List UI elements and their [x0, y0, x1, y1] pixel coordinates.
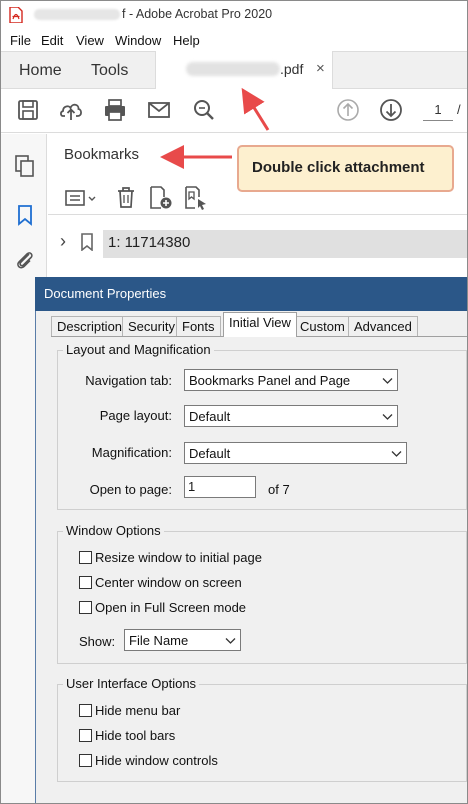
show-value: File Name [129, 633, 189, 648]
show-label: Show: [79, 634, 116, 649]
resize-window-label[interactable]: Resize window to initial page [95, 550, 262, 565]
bookmark-icon[interactable] [14, 203, 36, 227]
page-layout-value: Default [189, 409, 231, 424]
tab-home[interactable]: Home [19, 62, 62, 80]
ui-options-title: User Interface Options [63, 676, 200, 691]
save-icon[interactable] [15, 97, 41, 123]
upload-cloud-icon[interactable] [58, 97, 84, 123]
page-number-input[interactable]: 1 [423, 99, 453, 121]
delete-icon[interactable] [115, 185, 137, 211]
tab-security[interactable]: Security [122, 316, 181, 336]
page-down-icon[interactable] [378, 97, 404, 123]
page-separator: / [457, 102, 461, 117]
pages-icon[interactable] [14, 154, 36, 178]
redacted-document-name [186, 62, 280, 76]
attachment-icon[interactable] [14, 248, 36, 272]
hide-menu-bar-checkbox[interactable] [79, 704, 92, 717]
center-window-checkbox[interactable] [79, 576, 92, 589]
menu-view[interactable]: View [76, 33, 104, 48]
print-icon[interactable] [102, 97, 128, 123]
options-menu-icon[interactable] [64, 185, 100, 211]
window-title: f - Adobe Acrobat Pro 2020 [122, 7, 273, 21]
tab-fonts[interactable]: Fonts [176, 316, 221, 336]
callout-text: Double click attachment [252, 159, 425, 176]
tab-advanced[interactable]: Advanced [348, 316, 418, 336]
hide-menu-bar-label[interactable]: Hide menu bar [95, 703, 180, 718]
full-screen-checkbox[interactable] [79, 601, 92, 614]
expand-chevron-icon[interactable]: › [60, 231, 66, 252]
navigation-tab-label: Navigation tab: [85, 373, 172, 388]
hide-window-controls-checkbox[interactable] [79, 754, 92, 767]
chevron-down-icon [225, 638, 236, 644]
close-tab-icon[interactable]: × [316, 60, 325, 77]
navigation-tab-value: Bookmarks Panel and Page [189, 373, 351, 388]
divider [48, 214, 467, 215]
bookmarks-panel-title: Bookmarks [64, 146, 140, 163]
menu-help[interactable]: Help [173, 33, 200, 48]
hide-tool-bars-checkbox[interactable] [79, 729, 92, 742]
acrobat-logo-icon [9, 7, 23, 23]
magnification-value: Default [189, 446, 231, 461]
tab-tools[interactable]: Tools [91, 62, 128, 80]
menu-window[interactable]: Window [115, 33, 161, 48]
bookmark-item-icon [81, 233, 93, 251]
full-screen-label[interactable]: Open in Full Screen mode [95, 600, 246, 615]
redacted-filename [34, 9, 120, 20]
menu-edit[interactable]: Edit [41, 33, 63, 48]
navigation-tab-select[interactable]: Bookmarks Panel and Page [184, 369, 398, 391]
menu-file[interactable]: File [10, 33, 31, 48]
tab-initial-view[interactable]: Initial View [223, 312, 297, 337]
layout-group-title: Layout and Magnification [63, 342, 214, 357]
magnification-select[interactable]: Default [184, 442, 407, 464]
email-icon[interactable] [146, 97, 172, 123]
magnification-label: Magnification: [91, 445, 172, 460]
zoom-search-icon[interactable] [191, 97, 217, 123]
resize-window-checkbox[interactable] [79, 551, 92, 564]
bookmark-label[interactable]: 1: 11714380 [108, 234, 190, 251]
chevron-down-icon [391, 451, 402, 457]
page-up-icon[interactable] [335, 97, 361, 123]
window-options-title: Window Options [63, 523, 164, 538]
page-layout-select[interactable]: Default [184, 405, 398, 427]
open-to-page-label: Open to page: [89, 482, 172, 497]
tab-description[interactable]: Description [51, 316, 129, 336]
chevron-down-icon [382, 378, 393, 384]
chevron-down-icon [382, 414, 393, 420]
bookmark-from-structure-icon[interactable] [183, 185, 209, 211]
page-layout-label: Page layout: [99, 408, 172, 423]
show-select[interactable]: File Name [124, 629, 241, 651]
tab-custom[interactable]: Custom [294, 316, 351, 336]
open-to-page-input[interactable]: 1 [184, 476, 256, 498]
dialog-title: Document Properties [44, 286, 167, 301]
hide-tool-bars-label[interactable]: Hide tool bars [95, 728, 175, 743]
hide-window-controls-label[interactable]: Hide window controls [95, 753, 218, 768]
menu-bar: File Edit View Window Help [1, 30, 467, 51]
document-tab-label: .pdf [280, 61, 304, 77]
center-window-label[interactable]: Center window on screen [95, 575, 242, 590]
page-count-text: of 7 [268, 482, 290, 497]
new-bookmark-icon[interactable] [148, 185, 174, 211]
